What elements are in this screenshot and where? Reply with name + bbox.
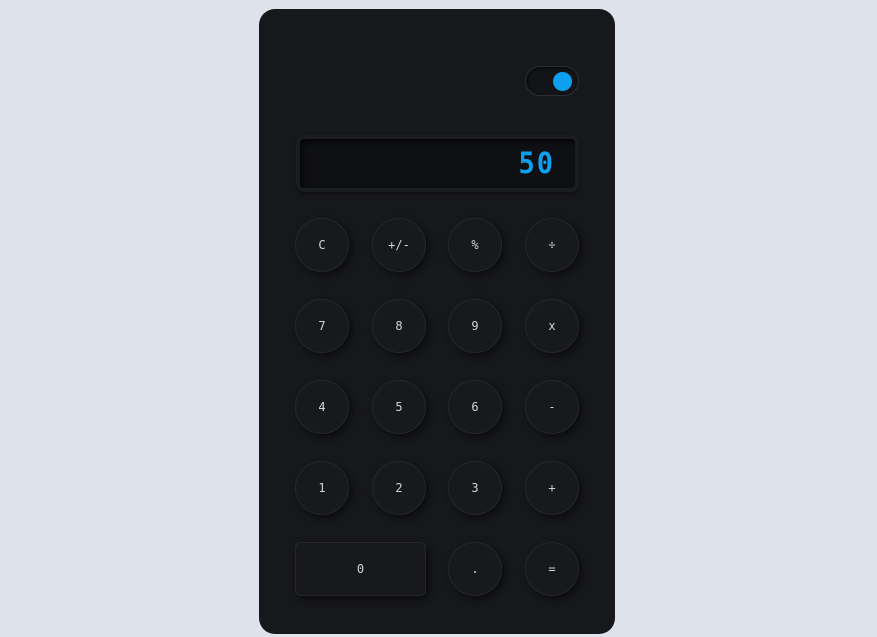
digit-2-button[interactable]: 2 (372, 461, 426, 515)
add-button[interactable]: + (525, 461, 579, 515)
sign-toggle-button[interactable]: +/- (372, 218, 426, 272)
theme-toggle[interactable] (525, 66, 579, 96)
calculator-display: 50 (296, 135, 579, 192)
digit-9-button[interactable]: 9 (448, 299, 502, 353)
decimal-button[interactable]: . (448, 542, 502, 596)
divide-button[interactable]: ÷ (525, 218, 579, 272)
digit-3-button[interactable]: 3 (448, 461, 502, 515)
toggle-knob (553, 72, 572, 91)
subtract-button[interactable]: - (525, 380, 579, 434)
digit-0-button[interactable]: 0 (295, 542, 426, 596)
digit-5-button[interactable]: 5 (372, 380, 426, 434)
digit-8-button[interactable]: 8 (372, 299, 426, 353)
percent-button[interactable]: % (448, 218, 502, 272)
equals-button[interactable]: = (525, 542, 579, 596)
display-value: 50 (518, 146, 555, 181)
clear-button[interactable]: C (295, 218, 349, 272)
digit-4-button[interactable]: 4 (295, 380, 349, 434)
multiply-button[interactable]: x (525, 299, 579, 353)
digit-1-button[interactable]: 1 (295, 461, 349, 515)
calculator-panel: 50 C +/- % ÷ 7 8 9 x 4 5 6 - 1 2 3 + 0 .… (259, 9, 615, 634)
digit-6-button[interactable]: 6 (448, 380, 502, 434)
digit-7-button[interactable]: 7 (295, 299, 349, 353)
